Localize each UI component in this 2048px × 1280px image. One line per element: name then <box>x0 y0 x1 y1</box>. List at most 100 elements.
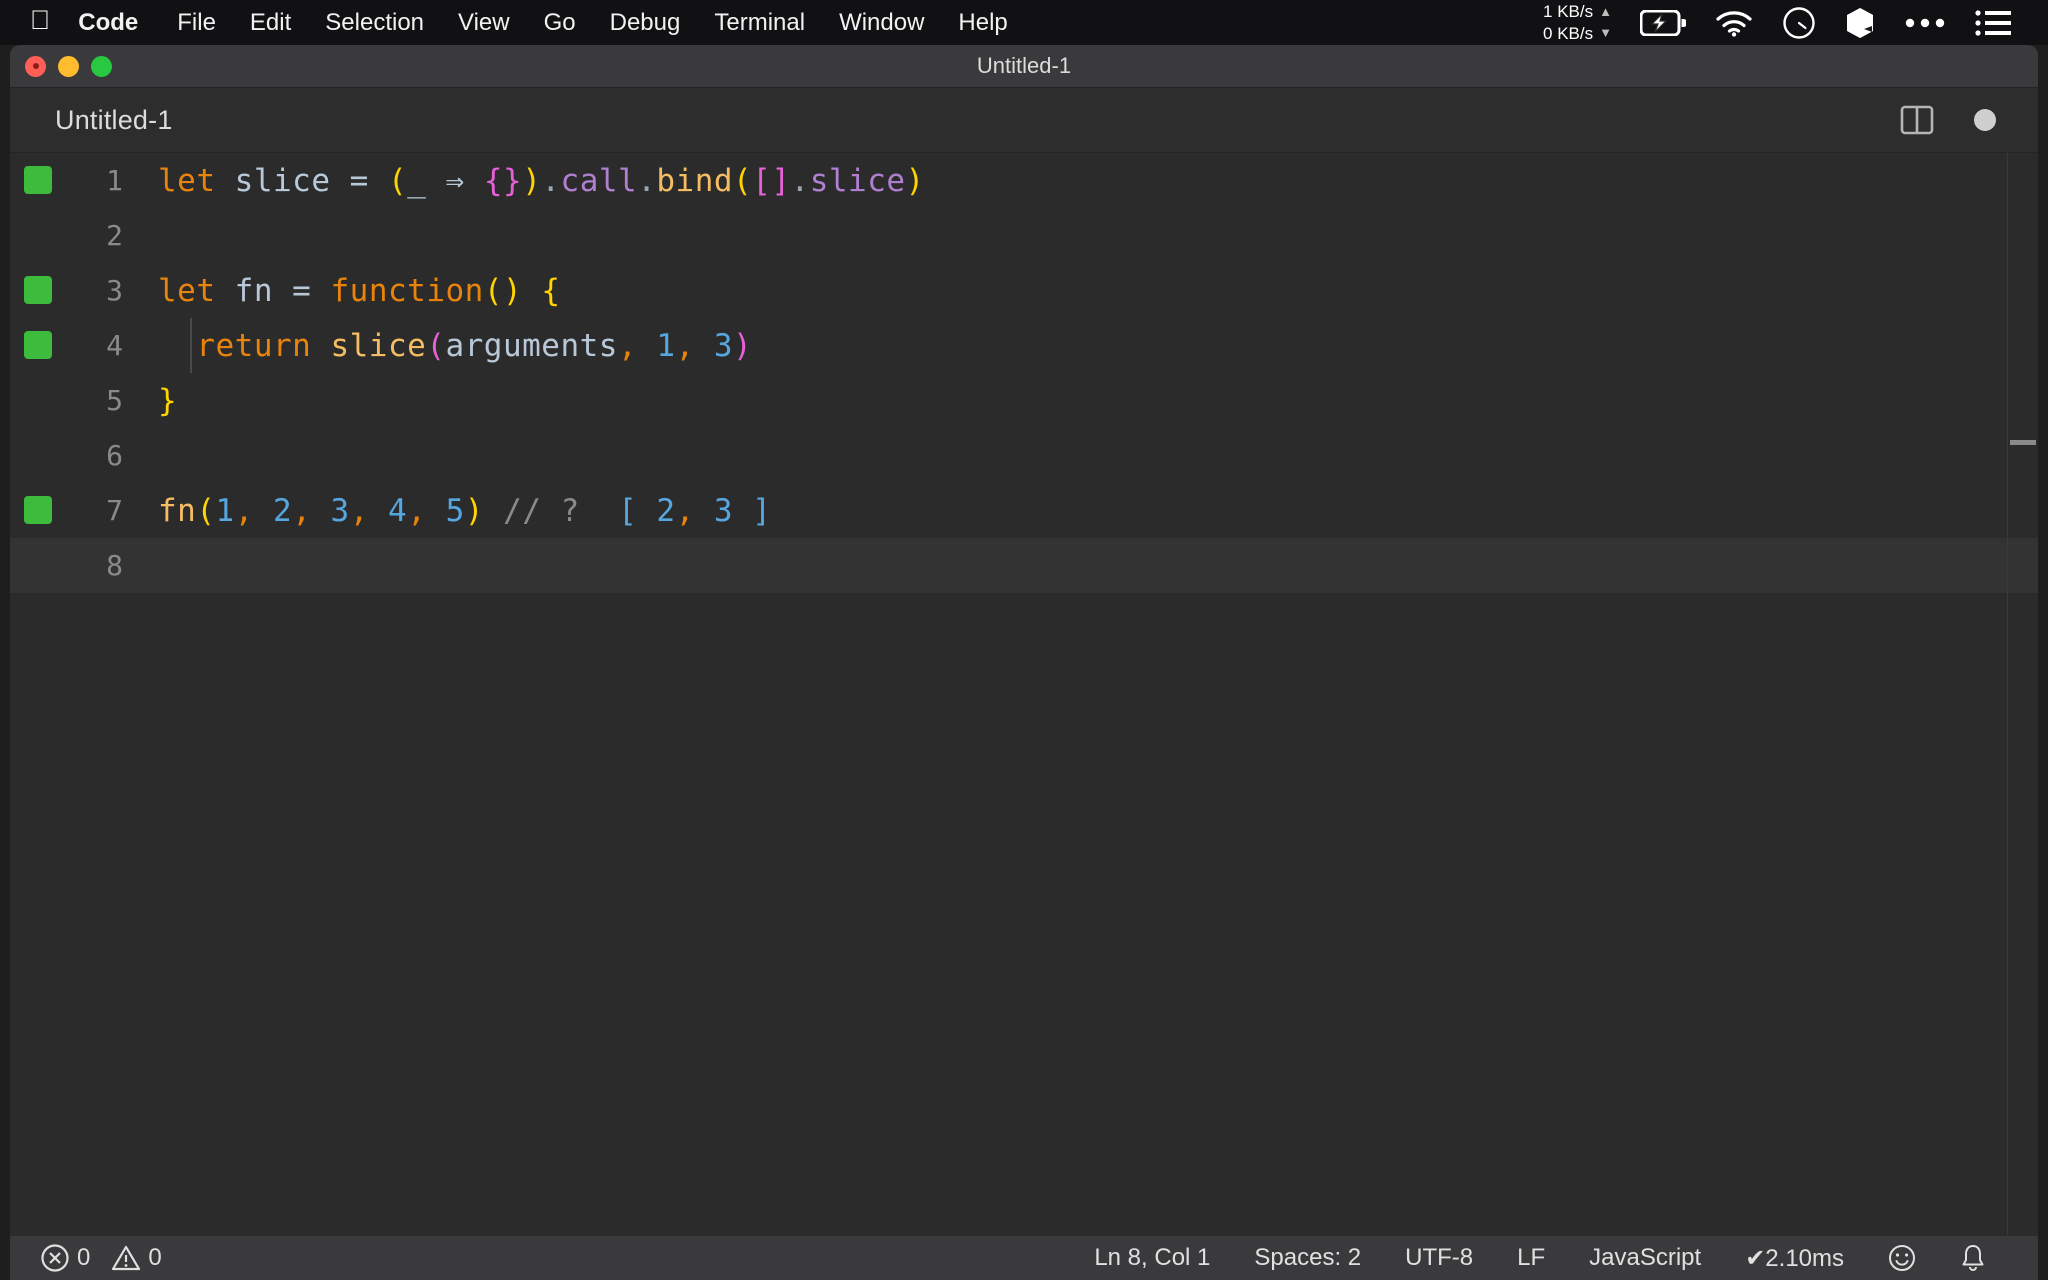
menu-item-help[interactable]: Help <box>941 9 1024 37</box>
git-added-marker <box>24 331 52 359</box>
code-token: , <box>675 327 695 364</box>
wifi-icon[interactable] <box>1700 9 1768 37</box>
window-title: Untitled-1 <box>976 53 1072 78</box>
status-bar-left: 0 0 <box>40 1243 162 1273</box>
editor-line-8[interactable]: 8 <box>10 538 2038 593</box>
editor-line-list: 1 let slice = (_ ⇒ {}).call.bind([].slice… <box>10 153 2038 593</box>
editor-line-2[interactable]: 2 <box>10 208 2038 263</box>
code-token: ( <box>426 327 446 364</box>
network-speed-indicator[interactable]: 1 KB/s ▲ 0 KB/s ▼ <box>1529 1 1626 44</box>
code-token: function <box>330 272 484 309</box>
code-token: _ <box>407 162 427 199</box>
code-token: let <box>158 162 216 199</box>
menu-item-go[interactable]: Go <box>527 9 593 37</box>
git-added-marker <box>24 496 52 524</box>
macos-menu-bar:  Code File Edit Selection View Go Debug… <box>0 0 2048 45</box>
cursor-position[interactable]: Ln 8, Col 1 <box>1072 1244 1232 1272</box>
error-count[interactable]: 0 <box>77 1244 90 1272</box>
code-token: [ <box>618 492 638 529</box>
smiley-icon[interactable] <box>1866 1244 1938 1272</box>
line-content: return slice(arguments, 1, 3) <box>145 328 752 364</box>
line-content: let slice = (_ ⇒ {}).call.bind([].slice) <box>145 163 925 199</box>
tab-untitled-1[interactable]: Untitled-1 <box>55 105 173 136</box>
editor-line-5[interactable]: 5} <box>10 373 2038 428</box>
clock-icon[interactable] <box>1768 6 1830 40</box>
editor-line-1[interactable]: 1 let slice = (_ ⇒ {}).call.bind([].slice… <box>10 153 2038 208</box>
control-center-list-icon[interactable] <box>1960 9 2026 37</box>
code-token: = <box>349 162 369 199</box>
eol-setting[interactable]: LF <box>1495 1244 1567 1272</box>
editor-line-3[interactable]: 3 let fn = function() { <box>10 263 2038 318</box>
code-token: 3 <box>713 492 734 529</box>
menu-item-selection[interactable]: Selection <box>308 9 441 37</box>
vscode-window: Untitled-1 Untitled-1 1 let slice = (_ ⇒ … <box>10 45 2038 1280</box>
code-token: 3 <box>330 492 350 529</box>
encoding-setting[interactable]: UTF-8 <box>1383 1244 1495 1272</box>
menu-item-edit[interactable]: Edit <box>233 9 308 37</box>
ellipsis-icon[interactable] <box>1890 16 1960 30</box>
code-token: fn <box>158 492 197 529</box>
error-circle-icon[interactable] <box>40 1243 70 1273</box>
language-mode[interactable]: JavaScript <box>1567 1244 1723 1272</box>
code-token: 2 <box>273 492 293 529</box>
menu-item-window[interactable]: Window <box>822 9 941 37</box>
editor-line-6[interactable]: 6 <box>10 428 2038 483</box>
code-editor[interactable]: 1 let slice = (_ ⇒ {}).call.bind([].slice… <box>10 153 2038 1235</box>
menu-item-file[interactable]: File <box>160 9 233 37</box>
quokka-timing[interactable]: ✔2.10ms <box>1723 1244 1866 1273</box>
code-token: ) <box>733 327 753 364</box>
line-content: let fn = function() { <box>145 273 561 309</box>
unsaved-dot-icon[interactable] <box>1974 109 1996 131</box>
code-token: } <box>158 382 178 419</box>
code-token: , <box>675 492 695 529</box>
code-token: 3 <box>713 327 733 364</box>
editor-actions <box>1900 104 2038 136</box>
battery-charging-icon[interactable] <box>1626 9 1700 36</box>
line-number: 2 <box>106 219 123 252</box>
git-added-marker <box>24 276 52 304</box>
indentation-setting[interactable]: Spaces: 2 <box>1232 1244 1383 1272</box>
download-arrow-icon: ▼ <box>1599 25 1612 40</box>
menu-item-terminal[interactable]: Terminal <box>697 9 822 37</box>
code-token: 1 <box>656 327 676 364</box>
code-token: 2 <box>656 492 676 529</box>
menu-item-view[interactable]: View <box>441 9 527 37</box>
line-number: 5 <box>106 384 123 417</box>
code-token: , <box>234 492 254 529</box>
code-token: fn <box>234 272 273 309</box>
code-token: . <box>541 162 561 199</box>
warning-triangle-icon[interactable] <box>111 1244 141 1272</box>
editor-line-4[interactable]: 4 return slice(arguments, 1, 3) <box>10 318 2038 373</box>
code-token: 4 <box>388 492 408 529</box>
editor-vertical-scrollbar[interactable] <box>2008 153 2038 1235</box>
code-token: slice <box>809 162 906 199</box>
code-token: . <box>637 162 657 199</box>
menu-item-debug[interactable]: Debug <box>593 9 698 37</box>
line-number: 6 <box>106 439 123 472</box>
code-token: ⇒ <box>445 162 465 199</box>
dropbox-icon[interactable] <box>1830 6 1890 40</box>
code-token: , <box>292 492 312 529</box>
window-title-bar: Untitled-1 <box>10 45 2038 88</box>
line-content: fn(1, 2, 3, 4, 5) // ? [ 2, 3 ] <box>145 493 771 529</box>
editor-line-7[interactable]: 7 fn(1, 2, 3, 4, 5) // ? [ 2, 3 ] <box>10 483 2038 538</box>
warning-count[interactable]: 0 <box>148 1244 161 1272</box>
code-token: call <box>560 162 638 199</box>
upload-arrow-icon: ▲ <box>1599 3 1612 19</box>
bell-icon[interactable] <box>1938 1243 2008 1273</box>
code-token: ( <box>196 492 216 529</box>
code-token: { <box>541 272 561 309</box>
apple-logo-icon[interactable]:  <box>30 7 50 34</box>
menu-item-code[interactable]: Code <box>78 9 160 37</box>
split-editor-icon[interactable] <box>1900 104 1934 136</box>
